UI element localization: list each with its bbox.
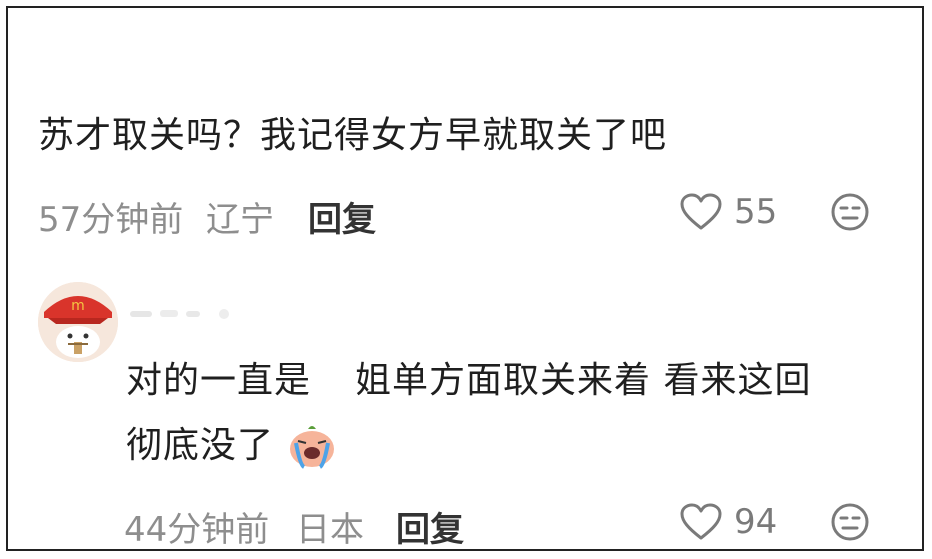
comment-2-like-count: 94 xyxy=(734,502,778,542)
comment-2-location: 日本 xyxy=(296,510,364,550)
comment-2-time: 44分钟前 xyxy=(124,510,270,550)
avatar[interactable]: m xyxy=(38,282,118,362)
heart-outline-icon xyxy=(680,503,722,540)
heart-outline-icon xyxy=(680,193,722,230)
comment-2-like-button[interactable]: 94 xyxy=(680,502,777,542)
comment-1-like-count: 55 xyxy=(734,192,778,232)
comment-1-reply-button[interactable]: 回复 xyxy=(308,192,376,241)
comment-1-location: 辽宁 xyxy=(206,200,274,240)
avatar-image: m xyxy=(38,282,118,362)
username-redacted[interactable] xyxy=(130,305,250,323)
comment-1-like-button[interactable]: 55 xyxy=(680,192,777,232)
comment-2-text-part1: 对的一直是 xyxy=(126,360,312,401)
comment-2-text-line1: 对的一直是 姐单方面取关来着 看来这回 xyxy=(126,356,811,406)
neutral-face-icon[interactable] xyxy=(830,502,870,542)
crying-sticker-icon xyxy=(290,426,335,469)
svg-text:m: m xyxy=(71,298,85,314)
neutral-face-icon[interactable] xyxy=(830,192,870,232)
comment-2-reply-button[interactable]: 回复 xyxy=(396,502,464,551)
comment-list: 苏才取关吗？我记得女方早就取关了吧 57分钟前 辽宁 回复 55 m 对的一直是… xyxy=(6,6,924,551)
comment-1-time: 57分钟前 xyxy=(38,200,184,240)
comment-1-text: 苏才取关吗？我记得女方早就取关了吧 xyxy=(38,115,668,156)
comment-2-text-part2: 姐单方面取关来着 看来这回 xyxy=(355,360,812,401)
comment-2-text-part3: 彻底没了 xyxy=(126,425,275,466)
comment-2-text-line2: 彻底没了 xyxy=(126,421,338,471)
